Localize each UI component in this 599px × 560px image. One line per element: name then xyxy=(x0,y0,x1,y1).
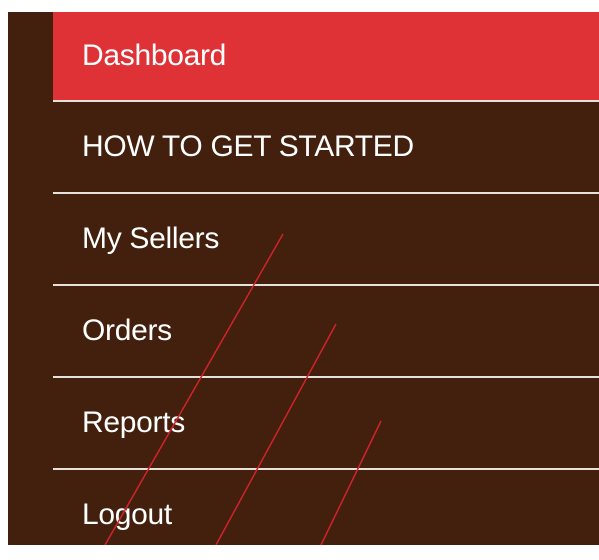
sidebar-item-label: Orders xyxy=(82,314,172,347)
sidebar-item-label: Dashboard xyxy=(82,39,227,72)
sidebar-item-label: HOW TO GET STARTED xyxy=(82,130,414,163)
sidebar-item-label: Logout xyxy=(82,498,172,531)
sidebar-item-label: My Sellers xyxy=(82,222,220,255)
sidebar-item-reports[interactable]: Reports xyxy=(53,378,599,468)
sidebar-item-how-to-get-started[interactable]: HOW TO GET STARTED xyxy=(53,102,599,192)
sidebar-item-orders[interactable]: Orders xyxy=(53,286,599,376)
sidebar-item-dashboard[interactable]: Dashboard xyxy=(53,12,599,100)
sidebar-item-logout[interactable]: Logout xyxy=(53,470,599,560)
sidebar-menu: Dashboard HOW TO GET STARTED My Sellers … xyxy=(53,12,599,545)
sidebar-item-label: Reports xyxy=(82,406,185,439)
sidebar-item-my-sellers[interactable]: My Sellers xyxy=(53,194,599,284)
